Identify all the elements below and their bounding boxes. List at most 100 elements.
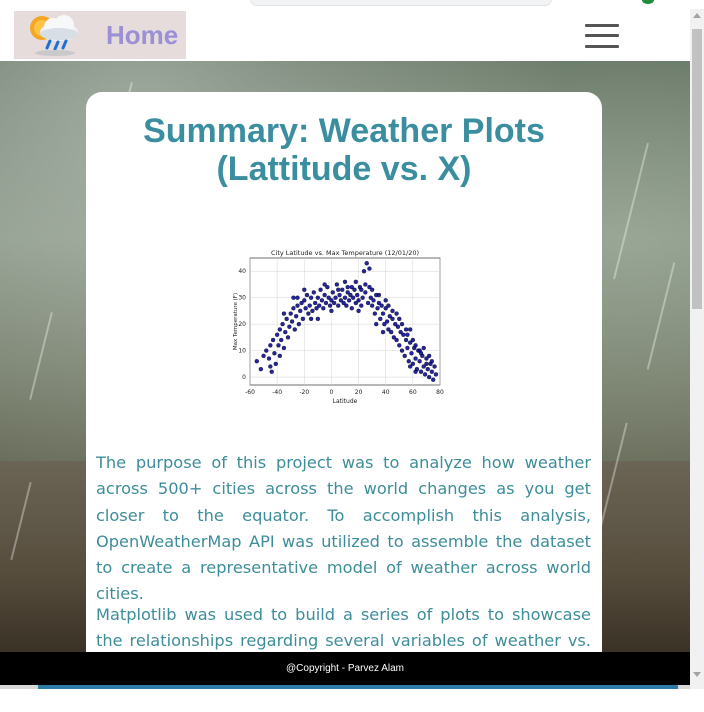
data-point (295, 295, 300, 300)
x-tick-label: 60 (409, 389, 417, 396)
bottom-progress-line (0, 685, 690, 689)
data-point (322, 292, 327, 298)
data-point (349, 306, 354, 311)
title-line-2: (Lattitude vs. X) (216, 150, 472, 188)
browser-address-bar[interactable] (250, 0, 552, 6)
data-point (433, 372, 439, 377)
data-point (405, 332, 410, 337)
data-point (369, 303, 375, 308)
data-point (346, 298, 352, 303)
data-point (281, 345, 287, 351)
footer: @Copyright - Parvez Alam (0, 652, 690, 685)
data-point (375, 306, 380, 311)
data-point (395, 324, 401, 329)
data-point (308, 316, 314, 322)
data-point (300, 316, 306, 322)
y-tick-label: 30 (238, 295, 246, 302)
x-tick-label: -20 (299, 389, 309, 396)
scroll-up-arrow-icon[interactable] (693, 13, 701, 18)
x-tick-label: 80 (436, 389, 444, 396)
x-axis-label: Latitude (333, 398, 358, 405)
chart-title: City Latitude vs. Max Temperature (12/01… (271, 249, 419, 257)
data-point (401, 332, 406, 337)
data-point (405, 345, 410, 351)
data-point (270, 337, 276, 343)
brand-label[interactable]: Home (106, 20, 178, 51)
data-point (431, 377, 436, 382)
x-tick-label: -40 (272, 389, 282, 396)
title-line-1: Summary: Weather Plots (143, 112, 545, 150)
home-link[interactable]: Home (14, 11, 186, 59)
data-point (365, 300, 371, 306)
data-point (384, 319, 390, 324)
data-point (367, 284, 372, 290)
data-point (280, 321, 285, 327)
data-point (303, 306, 308, 311)
data-point (258, 366, 264, 372)
data-point (285, 335, 291, 340)
data-point (388, 329, 394, 335)
data-point (340, 287, 345, 292)
data-point (418, 369, 424, 374)
intro-paragraph: The purpose of this project was to analy… (96, 453, 591, 604)
data-point (378, 316, 383, 322)
data-point (272, 351, 277, 356)
data-point (261, 353, 266, 359)
data-point (337, 292, 342, 298)
data-point (364, 261, 369, 266)
data-point (403, 337, 409, 343)
data-point (397, 316, 402, 322)
hamburger-menu-icon[interactable] (585, 22, 619, 50)
data-point (397, 343, 402, 348)
data-point (279, 337, 284, 343)
data-point (308, 295, 314, 300)
data-point (312, 300, 318, 306)
data-point (361, 269, 367, 274)
data-point (281, 311, 287, 316)
data-point (334, 282, 340, 287)
data-point (331, 300, 337, 306)
data-point (310, 308, 315, 314)
data-point (254, 359, 259, 364)
data-point (380, 311, 386, 316)
data-point (342, 295, 348, 300)
data-point (293, 314, 299, 319)
navbar: Home (0, 9, 690, 61)
x-tick-label: 0 (330, 389, 334, 396)
data-point (363, 290, 368, 295)
scroll-down-arrow-icon[interactable] (693, 672, 701, 677)
data-point (413, 343, 418, 348)
data-point (399, 321, 405, 327)
data-point (289, 319, 295, 324)
data-point (277, 353, 283, 359)
data-point (327, 303, 333, 308)
data-point (363, 282, 368, 287)
data-point (274, 332, 280, 337)
x-tick-label: 40 (382, 389, 390, 396)
data-point (291, 295, 296, 300)
data-point (390, 308, 395, 314)
data-point (394, 311, 399, 316)
data-point (394, 337, 399, 343)
data-point (413, 369, 418, 374)
data-point (268, 364, 273, 369)
x-tick-label: -60 (245, 389, 255, 396)
vertical-scrollbar[interactable] (690, 9, 704, 689)
data-point (425, 366, 430, 372)
data-point (302, 298, 307, 303)
weather-cloud-rain-sun-icon (26, 12, 84, 58)
data-point (295, 303, 300, 308)
data-point (374, 321, 379, 327)
data-point (353, 279, 359, 284)
data-point (429, 359, 435, 364)
data-point (302, 287, 307, 292)
data-point (288, 311, 293, 316)
data-point (287, 324, 292, 329)
data-point (336, 303, 341, 308)
data-point (410, 337, 416, 343)
y-tick-label: 20 (238, 321, 246, 328)
x-tick-label: 20 (355, 389, 363, 396)
data-point (344, 303, 349, 308)
scrollbar-thumb[interactable] (692, 29, 702, 309)
data-point (367, 266, 372, 271)
